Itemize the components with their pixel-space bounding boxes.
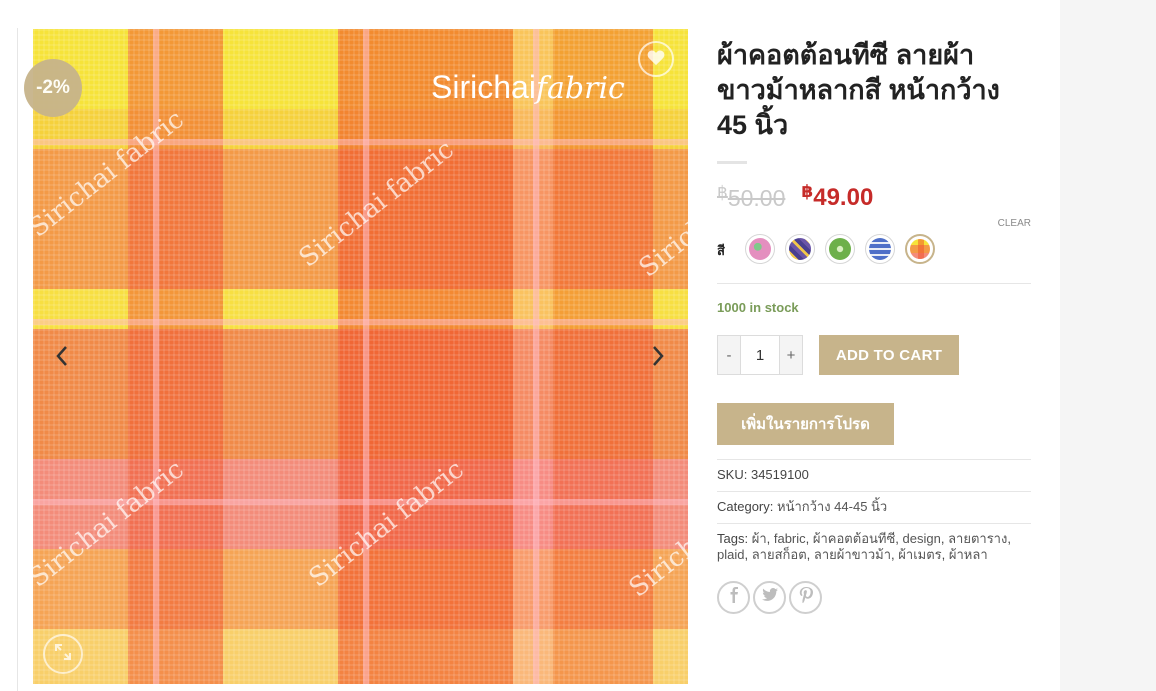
tag-link[interactable]: ผ้าหลา: [949, 547, 988, 562]
share-pinterest-button[interactable]: [789, 581, 822, 614]
title-divider: [717, 161, 747, 164]
sale-badge: -2%: [24, 59, 82, 117]
brand-logo: Sirichaifabric: [431, 69, 625, 106]
tag-link[interactable]: plaid: [717, 547, 744, 562]
quantity-plus-button[interactable]: +: [780, 336, 802, 374]
color-swatches: [745, 234, 935, 264]
sku-row: SKU: 34519100: [717, 459, 1031, 491]
swatch-purple-pattern[interactable]: [785, 234, 815, 264]
clear-variation-link[interactable]: CLEAR: [998, 218, 1031, 229]
product-image[interactable]: Sirichaifabric Sirichai fabric Sirichai …: [33, 29, 688, 684]
swatch-blue-pattern[interactable]: [865, 234, 895, 264]
tag-link[interactable]: ผ้าเมตร: [898, 547, 941, 562]
category-row: Category: หน้ากว้าง 44-45 นิ้ว: [717, 491, 1031, 523]
gallery-next-button[interactable]: [643, 340, 673, 376]
twitter-icon: [761, 588, 778, 607]
add-to-wishlist-button[interactable]: เพิ่มในรายการโปรด: [717, 403, 894, 445]
facebook-icon: [727, 587, 741, 608]
product-summary: ผ้าคอตต้อนทีซี ลายผ้าขาวม้าหลากสี หน้ากว…: [717, 38, 1031, 614]
tag-link[interactable]: ลายผ้าขาวม้า: [814, 547, 891, 562]
product-page: Sirichaifabric Sirichai fabric Sirichai …: [0, 0, 1060, 691]
swatch-orange-plaid[interactable]: [905, 234, 935, 264]
stock-status: 1000 in stock: [717, 300, 799, 315]
share-facebook-button[interactable]: [717, 581, 750, 614]
swatch-pink-floral[interactable]: [745, 234, 775, 264]
share-twitter-button[interactable]: [753, 581, 786, 614]
quantity-input[interactable]: [740, 336, 780, 374]
heart-icon: [646, 48, 666, 71]
chevron-right-icon: [651, 345, 665, 372]
currency-symbol: ฿: [801, 182, 814, 201]
currency-symbol: ฿: [717, 183, 728, 202]
chevron-left-icon: [55, 345, 69, 372]
brand-watermark: Sirichai fabric: [623, 465, 688, 604]
add-to-cart-button[interactable]: ADD TO CART: [819, 335, 959, 375]
quantity-stepper: - +: [717, 335, 803, 375]
tag-link[interactable]: fabric: [774, 531, 806, 546]
zoom-button[interactable]: [43, 634, 83, 674]
color-variation: สี CLEAR: [717, 212, 1031, 284]
quantity-minus-button[interactable]: -: [718, 336, 740, 374]
regular-price-amount: 50.00: [727, 185, 786, 211]
plaid-stripe: [33, 319, 688, 325]
add-to-cart-form: - + ADD TO CART: [717, 335, 1031, 375]
tag-link[interactable]: ผ้า: [752, 531, 767, 546]
tags-label: Tags:: [717, 531, 749, 546]
page-gutter: [1060, 0, 1156, 691]
plaid-stripe: [363, 29, 369, 684]
swatch-green-leaf[interactable]: [825, 234, 855, 264]
share-icons: [717, 581, 1031, 614]
gallery-prev-button[interactable]: [47, 340, 77, 376]
tags-row: Tags: ผ้า, fabric, ผ้าคอตต้อนทีซี, desig…: [717, 523, 1031, 571]
plaid-stripe: [533, 29, 539, 684]
product-title: ผ้าคอตต้อนทีซี ลายผ้าขาวม้าหลากสี หน้ากว…: [717, 40, 1000, 140]
gallery-border: [17, 28, 18, 691]
product-price: ฿50.00 ฿49.00: [717, 178, 1031, 212]
wishlist-button[interactable]: [638, 41, 674, 77]
category-label: Category:: [717, 499, 774, 514]
brand-watermark: Sirichai fabric: [633, 145, 688, 284]
brand-watermark: Sirichai fabric: [33, 104, 190, 244]
brand-watermark: Sirichai fabric: [33, 454, 190, 594]
tag-link[interactable]: ลายสก็อต: [752, 547, 807, 562]
brand-watermark: Sirichai fabric: [293, 134, 460, 274]
brand-watermark: Sirichai fabric: [303, 454, 470, 594]
sku-value: 34519100: [750, 467, 809, 482]
tag-link[interactable]: design: [903, 531, 941, 546]
regular-price: ฿50.00: [717, 183, 785, 212]
product-meta: SKU: 34519100 Category: หน้ากว้าง 44-45 …: [717, 459, 1031, 571]
sale-price: ฿49.00: [801, 182, 873, 212]
sku-label: SKU:: [717, 467, 748, 482]
zoom-icon: [53, 642, 73, 667]
tag-link[interactable]: ลายตาราง: [948, 531, 1007, 546]
variation-label: สี: [717, 243, 725, 258]
pinterest-icon: [799, 587, 813, 608]
sale-price-amount: 49.00: [813, 184, 874, 211]
category-link[interactable]: หน้ากว้าง 44-45 นิ้ว: [777, 499, 887, 514]
tag-link[interactable]: ผ้าคอตต้อนทีซี: [813, 531, 895, 546]
